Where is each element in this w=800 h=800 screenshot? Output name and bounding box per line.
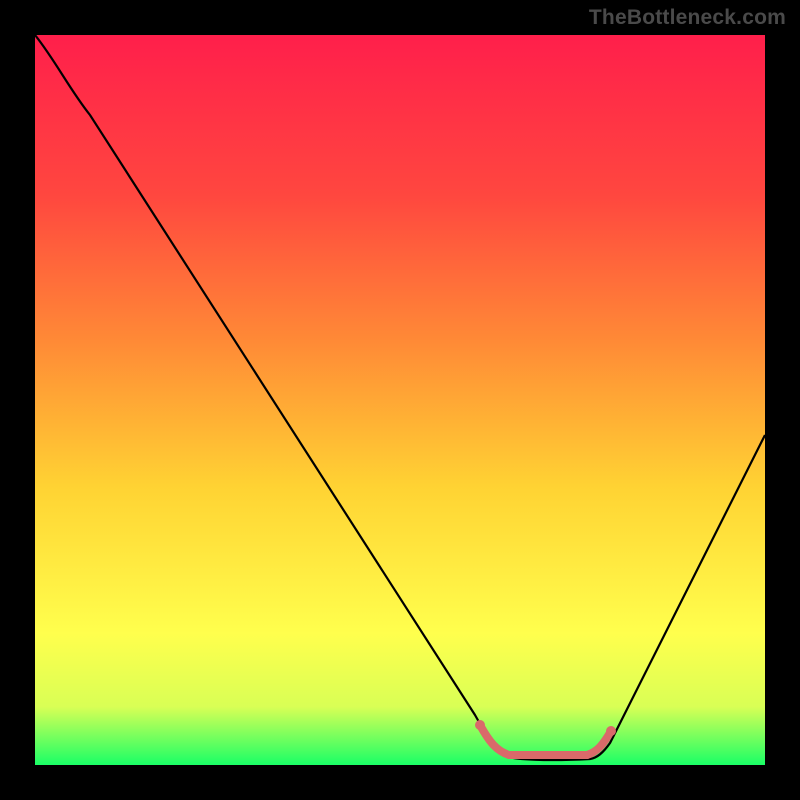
chart-svg	[35, 35, 765, 765]
band-end-right	[606, 726, 616, 736]
watermark-text: TheBottleneck.com	[589, 6, 786, 30]
gradient-background	[35, 35, 765, 765]
band-end-left	[475, 720, 485, 730]
chart-container: TheBottleneck.com	[0, 0, 800, 800]
plot-area	[35, 35, 765, 765]
